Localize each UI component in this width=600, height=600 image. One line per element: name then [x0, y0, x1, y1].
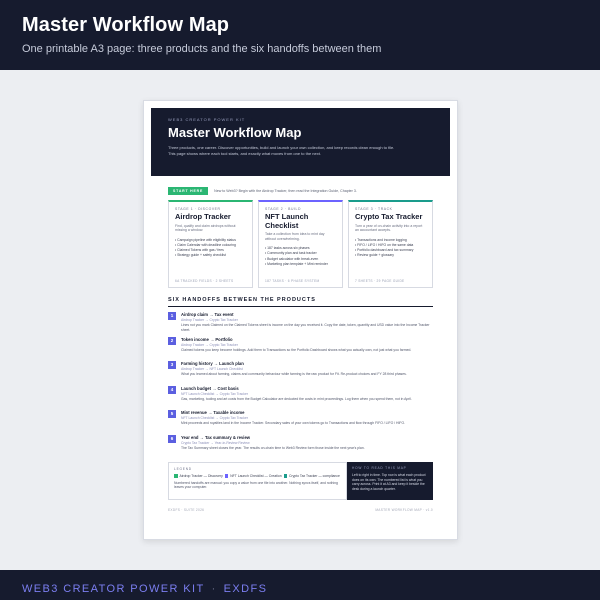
page-header: Master Workflow Map One printable A3 pag… — [0, 0, 600, 70]
footer-code: EXDFS — [223, 583, 268, 595]
preview-footer: EXDFS · SUITE 2026 MASTER WORKFLOW MAP ·… — [168, 508, 433, 512]
handoff-item: 3 Farming history → Launch plan Airdrop … — [168, 361, 433, 386]
handoff-title: Mint revenue → Taxable income — [181, 410, 245, 415]
handoff-title: Token income → Portfolio — [181, 336, 233, 342]
handoff-number-badge: 5 — [168, 410, 176, 418]
legend-row: LEGEND Airdrop Tracker — Discovery NFT L… — [168, 462, 433, 500]
card-footer: 7 SHEETS · 29 PAGE GUIDE — [355, 279, 405, 283]
page-footer: WEB3 CREATOR POWER KIT · EXDFS — [0, 570, 600, 600]
legend-box: LEGEND Airdrop Tracker — Discovery NFT L… — [168, 462, 347, 500]
handoff-route: Airdrop Tracker → Crypto Tax Tracker — [181, 318, 238, 322]
product-card-airdrop-tracker: STAGE 1 · DISCOVER Airdrop Tracker Find,… — [168, 200, 253, 288]
handoffs-list: 1 Airdrop claim → Tax event Airdrop Trac… — [168, 312, 433, 459]
legend-swatch-tax — [283, 474, 288, 478]
handoff-number-badge: 1 — [168, 312, 176, 320]
card-footer: 6A TRACKED FIELDS · 2 SHEETS — [175, 279, 234, 283]
preview-hero: WEB3 CREATOR POWER KIT Master Workflow M… — [151, 108, 450, 176]
how-to-read-text: Left to right in time. Top row is what e… — [352, 473, 426, 491]
handoff-item: 5 Mint revenue → Taxable income NFT Laun… — [168, 410, 433, 435]
handoff-description: Gas, marketing, tooling and art costs fr… — [181, 396, 412, 401]
card-title: Crypto Tax Tracker — [355, 212, 423, 221]
card-description: Take a collection from idea to mint day … — [265, 232, 325, 241]
card-feature: • Marketing plan template + Mint reminde… — [265, 261, 328, 266]
start-here-row: START HERE New to Web3? Begin with the A… — [168, 187, 433, 195]
handoff-number-badge: 3 — [168, 361, 176, 369]
start-here-badge: START HERE — [168, 187, 209, 195]
preview-title: Master Workflow Map — [168, 125, 302, 140]
handoff-description: The Tax Summary sheet closes the year. T… — [181, 445, 365, 450]
card-feature-list: • Campaign pipeline with eligibility sta… — [175, 238, 246, 259]
handoff-route: Crypto Tax Tracker → Year-in-Review Revi… — [181, 440, 250, 445]
card-feature: • Strategy guide + safety checklist — [175, 253, 226, 258]
card-feature-list: • Transactions and income logging • FIFO… — [355, 238, 426, 259]
card-stage: STAGE 1 · DISCOVER — [175, 207, 221, 211]
preview-description: Three products, one career. Discover opp… — [168, 145, 395, 156]
footer-brand: WEB3 CREATOR POWER KIT — [22, 583, 205, 595]
card-feature-list: • 187 tasks across six phases • Communit… — [265, 246, 336, 267]
legend-item: NFT Launch Checklist — Creation — [230, 474, 282, 478]
handoff-number-badge: 4 — [168, 385, 176, 394]
handoff-route: NFT Launch Checklist → Crypto Tax Tracke… — [181, 391, 248, 396]
card-description: Find, qualify and claim airdrops without… — [175, 223, 236, 233]
handoff-description: Lines not you mark Claimed on the Claime… — [181, 323, 430, 332]
card-title: NFT Launch Checklist — [265, 212, 309, 230]
card-feature: • Review guide + glossary — [355, 253, 394, 258]
handoff-title: Airdrop claim → Tax event — [181, 312, 234, 317]
handoff-route: Airdrop Tracker → Crypto Tax Tracker — [181, 342, 238, 347]
legend-items: Airdrop Tracker — Discovery NFT Launch C… — [174, 474, 341, 479]
handoff-title: Launch budget → Cost basis — [181, 385, 239, 391]
preview-kicker: WEB3 CREATOR POWER KIT — [168, 117, 246, 122]
handoff-description: Claimed tokens you keep become holdings.… — [181, 347, 412, 352]
handoff-title: Farming history → Launch plan — [181, 361, 244, 366]
footer-separator: · — [211, 583, 217, 595]
handoff-item: 2 Token income → Portfolio Airdrop Track… — [168, 336, 433, 362]
how-to-read-label: HOW TO READ THIS MAP — [352, 466, 407, 470]
handoff-description: Mint proceeds and royalties land in the … — [181, 421, 406, 425]
handoff-number-badge: 2 — [168, 336, 176, 345]
handoff-route: Airdrop Tracker → NFT Launch Checklist — [181, 367, 243, 371]
workflow-map-preview: WEB3 CREATOR POWER KIT Master Workflow M… — [143, 100, 458, 540]
page-title: Master Workflow Map — [22, 14, 230, 36]
legend-label: LEGEND — [174, 467, 192, 471]
preview-footer-left: EXDFS · SUITE 2026 — [168, 508, 205, 512]
card-footer: 187 TASKS · 6 PHASE SYSTEM — [265, 279, 320, 283]
handoff-item: 6 Year end → Tax summary & review Crypto… — [168, 434, 433, 460]
handoffs-heading: SIX HANDOFFS BETWEEN THE PRODUCTS — [168, 297, 433, 307]
how-to-read-box: HOW TO READ THIS MAP Left to right in ti… — [347, 462, 433, 500]
card-stage: STAGE 3 · TRACK — [355, 207, 393, 211]
legend-item: Airdrop Tracker — Discovery — [179, 474, 223, 478]
legend-item: Crypto Tax Tracker — compliance — [289, 474, 340, 478]
page-subtitle: One printable A3 page: three products an… — [22, 43, 382, 55]
handoff-route: NFT Launch Checklist → Crypto Tax Tracke… — [181, 416, 248, 420]
card-description: Turn a year of on-chain activity into a … — [355, 223, 423, 233]
handoff-item: 1 Airdrop claim → Tax event Airdrop Trac… — [168, 312, 433, 337]
start-here-text: New to Web3? Begin with the Airdrop Trac… — [214, 189, 357, 193]
product-card-crypto-tax-tracker: STAGE 3 · TRACK Crypto Tax Tracker Turn … — [348, 200, 433, 288]
handoff-item: 4 Launch budget → Cost basis NFT Launch … — [168, 385, 433, 411]
handoff-number-badge: 6 — [168, 434, 176, 443]
legend-note: Numbered handoffs are manual: you copy a… — [174, 480, 338, 490]
card-stage: STAGE 2 · BUILD — [265, 207, 302, 211]
handoff-title: Year end → Tax summary & review — [181, 434, 251, 440]
legend-swatch-nft — [224, 474, 229, 478]
legend-swatch-airdrop — [174, 474, 178, 478]
handoff-description: What you learned about farming, claims a… — [181, 372, 407, 376]
product-card-nft-launch-checklist: STAGE 2 · BUILD NFT Launch Checklist Tak… — [258, 200, 343, 288]
product-cards: STAGE 1 · DISCOVER Airdrop Tracker Find,… — [168, 200, 433, 288]
card-title: Airdrop Tracker — [175, 212, 231, 221]
preview-footer-right: MASTER WORKFLOW MAP · v1.0 — [375, 508, 433, 512]
